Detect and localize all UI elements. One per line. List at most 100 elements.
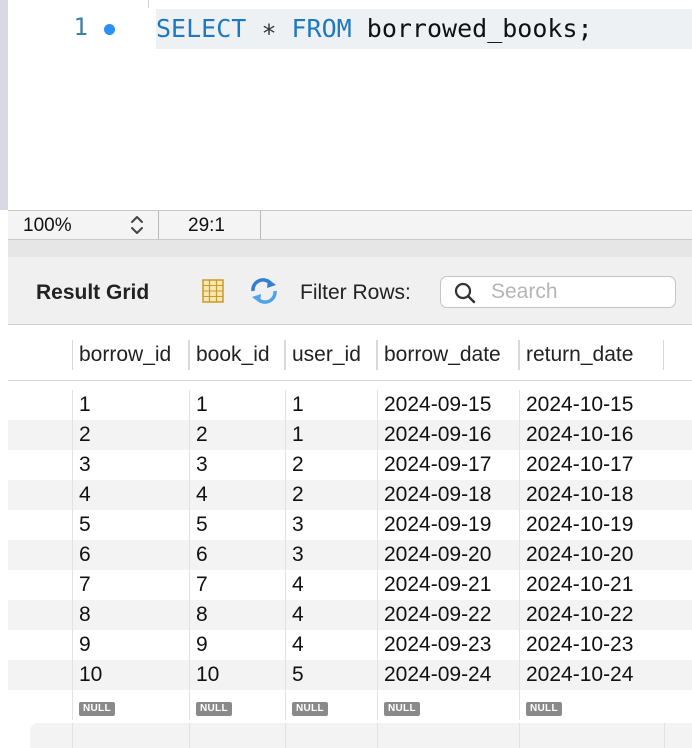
zoom-select[interactable]: 100% <box>8 211 159 239</box>
cell-book-id[interactable]: 5 <box>189 510 285 540</box>
cell-borrow-id[interactable]: 4 <box>72 480 189 510</box>
filter-search-box[interactable] <box>440 276 676 308</box>
table-row[interactable]: 6 6 3 2024-09-20 2024-10-20 <box>8 540 692 570</box>
cell-borrow-id[interactable]: 1 <box>72 390 189 420</box>
cell-user-id[interactable]: 5 <box>285 660 377 690</box>
cell-user-id[interactable]: 1 <box>285 420 377 450</box>
result-grid-tab[interactable]: Result Grid <box>36 281 149 305</box>
row-selector[interactable] <box>30 600 72 630</box>
column-header-return-date[interactable]: return_date <box>519 340 664 370</box>
row-selector[interactable] <box>30 660 72 690</box>
table-row[interactable]: 8 8 4 2024-09-22 2024-10-22 <box>8 600 692 630</box>
cell-borrow-date[interactable]: 2024-09-21 <box>377 570 519 600</box>
row-selector[interactable] <box>30 480 72 510</box>
cell-book-id[interactable]: 4 <box>189 480 285 510</box>
cell-borrow-date[interactable]: 2024-09-19 <box>377 510 519 540</box>
panel-splitter[interactable] <box>8 240 692 257</box>
column-header-book-id[interactable]: book_id <box>189 340 285 370</box>
code-line[interactable]: SELECT ∗ FROM borrowed_books; <box>156 9 692 49</box>
table-row[interactable]: 2 2 1 2024-09-16 2024-10-16 <box>8 420 692 450</box>
table-row[interactable]: 4 4 2 2024-09-18 2024-10-18 <box>8 480 692 510</box>
cell-user-id[interactable]: 2 <box>285 480 377 510</box>
column-header-borrow-date[interactable]: borrow_date <box>377 340 519 370</box>
cursor-position: 29:1 <box>158 211 261 239</box>
cell-borrow-id[interactable]: 2 <box>72 420 189 450</box>
new-row-placeholder[interactable] <box>30 723 692 748</box>
grid-layout-icon[interactable] <box>200 278 226 304</box>
cell-return-date[interactable]: 2024-10-20 <box>519 540 664 570</box>
cell-return-date[interactable]: 2024-10-18 <box>519 480 664 510</box>
cell-user-id[interactable]: 4 <box>285 570 377 600</box>
table-row[interactable]: 3 3 2 2024-09-17 2024-10-17 <box>8 450 692 480</box>
cell-book-id[interactable]: 2 <box>189 420 285 450</box>
cell-borrow-id[interactable]: 7 <box>72 570 189 600</box>
null-cell-user-id[interactable]: NULL <box>285 690 377 720</box>
cell-book-id[interactable]: 8 <box>189 600 285 630</box>
result-grid[interactable]: borrow_id book_id user_id borrow_date re… <box>8 325 692 748</box>
cell-user-id[interactable]: 3 <box>285 510 377 540</box>
cell-user-id[interactable]: 2 <box>285 450 377 480</box>
table-row[interactable]: 7 7 4 2024-09-21 2024-10-21 <box>8 570 692 600</box>
cell-borrow-date[interactable]: 2024-09-18 <box>377 480 519 510</box>
column-header-borrow-id[interactable]: borrow_id <box>72 340 189 370</box>
cell-book-id[interactable]: 6 <box>189 540 285 570</box>
row-selector[interactable] <box>30 630 72 660</box>
cell-borrow-date[interactable]: 2024-09-23 <box>377 630 519 660</box>
cell-user-id[interactable]: 4 <box>285 630 377 660</box>
column-divider <box>519 723 520 748</box>
sql-editor[interactable]: 1 SELECT ∗ FROM borrowed_books; <box>0 0 692 210</box>
cell-borrow-id[interactable]: 3 <box>72 450 189 480</box>
cell-return-date[interactable]: 2024-10-22 <box>519 600 664 630</box>
cell-borrow-date[interactable]: 2024-09-20 <box>377 540 519 570</box>
cell-borrow-id[interactable]: 9 <box>72 630 189 660</box>
table-row[interactable]: 5 5 3 2024-09-19 2024-10-19 <box>8 510 692 540</box>
cell-borrow-id[interactable]: 5 <box>72 510 189 540</box>
table-row[interactable]: 1 1 1 2024-09-15 2024-10-15 <box>8 390 692 420</box>
cell-borrow-id[interactable]: 10 <box>72 660 189 690</box>
cell-return-date[interactable]: 2024-10-21 <box>519 570 664 600</box>
cell-borrow-date[interactable]: 2024-09-17 <box>377 450 519 480</box>
refresh-icon[interactable] <box>248 276 280 306</box>
row-selector[interactable] <box>30 540 72 570</box>
cell-book-id[interactable]: 10 <box>189 660 285 690</box>
table-row[interactable]: 10 10 5 2024-09-24 2024-10-24 <box>8 660 692 690</box>
column-divider <box>72 723 73 748</box>
cell-return-date[interactable]: 2024-10-17 <box>519 450 664 480</box>
cell-return-date[interactable]: 2024-10-19 <box>519 510 664 540</box>
cell-return-date[interactable]: 2024-10-23 <box>519 630 664 660</box>
cell-user-id[interactable]: 1 <box>285 390 377 420</box>
cell-book-id[interactable]: 9 <box>189 630 285 660</box>
column-header-user-id[interactable]: user_id <box>285 340 377 370</box>
row-selector[interactable] <box>30 420 72 450</box>
cell-borrow-id[interactable]: 6 <box>72 540 189 570</box>
cell-borrow-id[interactable]: 8 <box>72 600 189 630</box>
null-badge: NULL <box>384 702 420 716</box>
cell-user-id[interactable]: 4 <box>285 600 377 630</box>
row-selector[interactable] <box>30 390 72 420</box>
chevron-up-down-icon[interactable] <box>128 214 146 236</box>
cell-return-date[interactable]: 2024-10-15 <box>519 390 664 420</box>
null-cell-borrow-date[interactable]: NULL <box>377 690 519 720</box>
cell-user-id[interactable]: 3 <box>285 540 377 570</box>
table-row[interactable]: 9 9 4 2024-09-23 2024-10-23 <box>8 630 692 660</box>
keyword-select: SELECT <box>156 14 247 43</box>
row-selector[interactable] <box>30 450 72 480</box>
cell-borrow-date[interactable]: 2024-09-15 <box>377 390 519 420</box>
null-cell-return-date[interactable]: NULL <box>519 690 664 720</box>
null-cell-borrow-id[interactable]: NULL <box>72 690 189 720</box>
null-row[interactable]: NULL NULL NULL NULL NULL <box>8 690 692 720</box>
cell-borrow-date[interactable]: 2024-09-22 <box>377 600 519 630</box>
star-operator: ∗ <box>261 14 277 43</box>
cell-borrow-date[interactable]: 2024-09-16 <box>377 420 519 450</box>
cell-book-id[interactable]: 1 <box>189 390 285 420</box>
null-cell-book-id[interactable]: NULL <box>189 690 285 720</box>
line-gutter: 1 <box>8 0 156 210</box>
row-selector[interactable] <box>30 570 72 600</box>
cell-borrow-date[interactable]: 2024-09-24 <box>377 660 519 690</box>
row-selector[interactable] <box>30 510 72 540</box>
cell-return-date[interactable]: 2024-10-24 <box>519 660 664 690</box>
filter-search-input[interactable] <box>491 279 667 305</box>
cell-return-date[interactable]: 2024-10-16 <box>519 420 664 450</box>
cell-book-id[interactable]: 7 <box>189 570 285 600</box>
cell-book-id[interactable]: 3 <box>189 450 285 480</box>
